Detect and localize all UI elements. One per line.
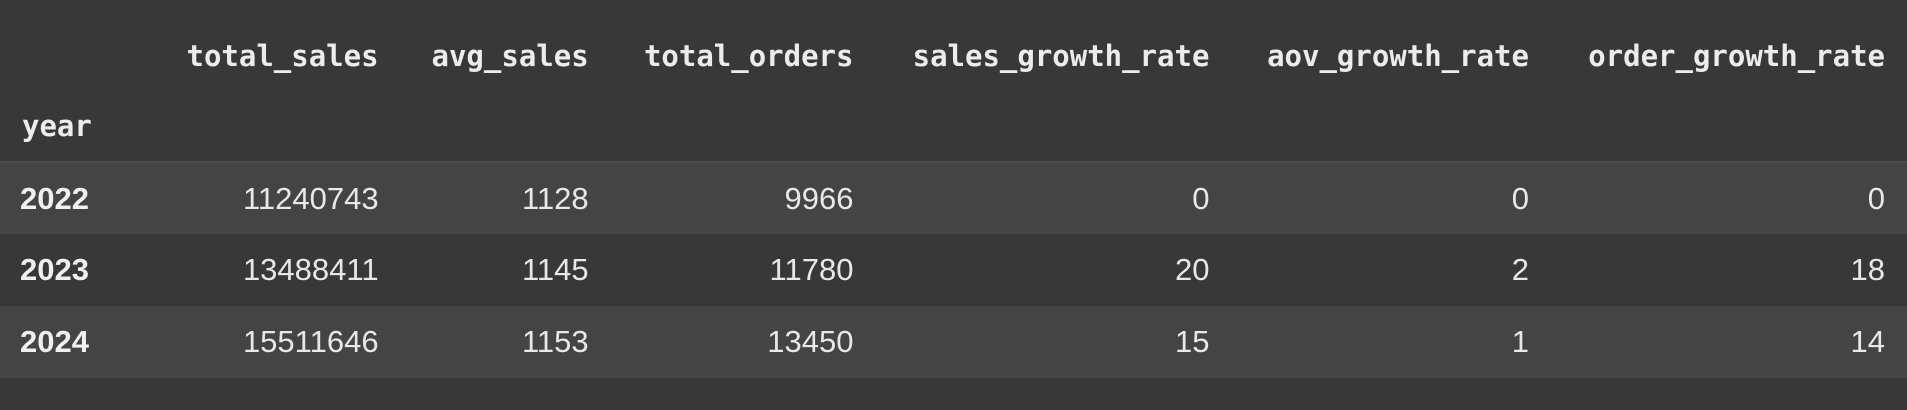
table-body: 2022 11240743 1128 9966 0 0 0 2023 13488…: [0, 162, 1907, 378]
table-row: 2022 11240743 1128 9966 0 0 0: [0, 162, 1907, 234]
cell-avg-sales: 1128: [521, 180, 589, 216]
index-name-row: year: [0, 91, 1907, 163]
cell-order-growth-rate: 18: [1850, 252, 1885, 287]
cell-total-orders: 11780: [769, 252, 854, 287]
index-name-label: year: [0, 91, 154, 163]
column-names-row: total_sales avg_sales total_orders sales…: [0, 20, 1907, 91]
row-index-label: 2022: [20, 180, 89, 216]
index-name-spacer: [610, 91, 876, 163]
row-index-label: 2023: [20, 252, 89, 287]
cell-aov-growth-rate: 2: [1511, 252, 1529, 287]
cell-avg-sales: 1145: [521, 252, 589, 287]
row-index-label: 2024: [20, 324, 89, 359]
cell-total-sales: 15511646: [242, 324, 379, 359]
header-corner-cell: [0, 20, 154, 91]
index-name-spacer: [154, 91, 401, 163]
column-header-sales-growth-rate: sales_growth_rate: [875, 20, 1232, 91]
cell-sales-growth-rate: 0: [1192, 180, 1210, 216]
index-name-spacer: [400, 91, 611, 163]
column-header-aov-growth-rate: aov_growth_rate: [1231, 20, 1551, 91]
table-row: 2024 15511646 1153 13450 15 1 14: [0, 306, 1907, 378]
cell-order-growth-rate: 0: [1867, 180, 1885, 216]
cell-aov-growth-rate: 0: [1511, 180, 1529, 216]
cell-total-orders: 9966: [784, 180, 854, 216]
column-header-order-growth-rate: order_growth_rate: [1550, 20, 1907, 91]
cell-sales-growth-rate: 15: [1174, 324, 1210, 359]
dataframe-output: total_sales avg_sales total_orders sales…: [0, 0, 1907, 410]
cell-total-orders: 13450: [767, 324, 854, 359]
index-name-spacer: [1231, 91, 1551, 163]
cell-aov-growth-rate: 1: [1511, 324, 1529, 359]
column-header-avg-sales: avg_sales: [400, 20, 611, 91]
index-name-spacer: [1550, 91, 1907, 163]
index-name-spacer: [875, 91, 1232, 163]
cell-sales-growth-rate: 20: [1174, 252, 1210, 287]
table-row: 2023 13488411 1145 11780 20 2 18: [0, 234, 1907, 306]
dataframe-table: total_sales avg_sales total_orders sales…: [0, 20, 1907, 378]
column-header-total-orders: total_orders: [610, 20, 876, 91]
column-header-total-sales: total_sales: [154, 20, 401, 91]
cell-total-sales: 13488411: [242, 252, 379, 287]
table-header: total_sales avg_sales total_orders sales…: [0, 20, 1907, 163]
cell-avg-sales: 1153: [521, 324, 589, 359]
cell-order-growth-rate: 14: [1850, 324, 1885, 359]
cell-total-sales: 11240743: [242, 180, 379, 216]
